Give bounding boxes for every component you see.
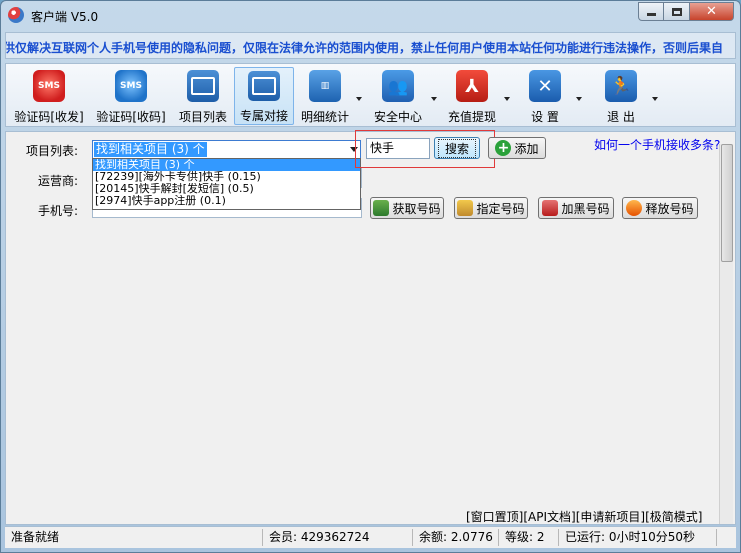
assign-number-button[interactable]: 指定号码 xyxy=(454,197,528,219)
chevron-down-icon[interactable] xyxy=(431,97,437,101)
minimize-button[interactable] xyxy=(638,2,664,21)
close-icon: ✕ xyxy=(706,4,717,19)
toolbar-recharge-withdraw[interactable]: ⅄ 充值提现 xyxy=(442,67,502,125)
chevron-down-icon[interactable] xyxy=(356,97,362,101)
footer-links[interactable]: [窗口置顶][API文档][申请新项目][极简模式] xyxy=(466,508,702,525)
search-button-label: 搜索 xyxy=(437,138,476,158)
status-balance: 余额: 2.0776 xyxy=(415,529,499,546)
main-toolbar: SMS 验证码[收发] SMS 验证码[收码] 项目列表 专属对接 ▥ 明细统计… xyxy=(5,63,736,127)
scrollbar-thumb[interactable] xyxy=(721,144,733,262)
help-link[interactable]: 如何一个手机接收多条? xyxy=(594,136,720,153)
toolbar-security-center[interactable]: 👥 安全中心 xyxy=(368,67,428,125)
toolbar-label: 充值提现 xyxy=(447,110,496,124)
toolbar-label: 项目列表 xyxy=(178,110,227,124)
status-level: 等级: 2 xyxy=(501,529,559,546)
toolbar-sms-send-receive[interactable]: SMS 验证码[收发] xyxy=(10,67,88,125)
release-number-label: 释放号码 xyxy=(645,201,694,216)
toolbar-exclusive-link[interactable]: 专属对接 xyxy=(234,67,294,125)
list-item[interactable]: [72239][海外卡专供]快手 (0.15) xyxy=(93,171,360,183)
plus-icon: + xyxy=(495,140,512,156)
add-button-label: 添加 xyxy=(514,141,539,156)
sms-red-icon: SMS xyxy=(33,70,65,102)
main-panel: 项目列表: 运营商: 手机号: 找到相关项目 (3) 个 找到相关项目 (3) … xyxy=(5,130,736,525)
app-logo-icon xyxy=(8,7,24,23)
status-running-time: 已运行: 0小时10分50秒 xyxy=(561,529,717,546)
toolbar-label: 安全中心 xyxy=(373,110,422,124)
title-bar[interactable]: 客户端 V5.0 ✕ xyxy=(1,1,740,31)
toolbar-statistics[interactable]: ▥ 明细统计 xyxy=(296,67,354,125)
search-button[interactable]: 搜索 xyxy=(434,137,480,159)
status-ready: 准备就绪 xyxy=(7,529,263,546)
status-bar: 准备就绪 会员: 429362724 余额: 2.0776 等级: 2 已运行:… xyxy=(5,526,736,548)
toolbar-label: 明细统计 xyxy=(300,110,349,124)
project-list-label: 项目列表: xyxy=(26,144,79,158)
edit-icon xyxy=(457,200,474,216)
carrier-label: 运营商: xyxy=(38,174,79,188)
window-title: 客户端 V5.0 xyxy=(31,10,99,24)
project-combo[interactable]: 找到相关项目 (3) 个 xyxy=(92,140,361,159)
app-window: 客户端 V5.0 ✕ 供仅解决互联网个人手机号使用的隐私问题，仅限在法律允许的范… xyxy=(0,0,741,553)
blacklist-number-label: 加黑号码 xyxy=(561,201,610,216)
close-button[interactable]: ✕ xyxy=(690,2,734,21)
toolbar-label: 退 出 xyxy=(607,110,635,124)
list-item[interactable]: [20145]快手解封[发短信] (0.5) xyxy=(93,183,360,195)
exit-icon: 🏃 xyxy=(605,70,637,102)
list-item[interactable]: [2974]快手app注册 (0.1) xyxy=(93,195,360,207)
toolbar-exit[interactable]: 🏃 退 出 xyxy=(594,67,648,125)
phone-label: 手机号: xyxy=(38,204,79,218)
get-number-button[interactable]: 获取号码 xyxy=(370,197,444,219)
search-input[interactable]: 快手 xyxy=(366,138,430,159)
add-button[interactable]: + 添加 xyxy=(488,137,546,159)
maximize-button[interactable] xyxy=(664,2,690,21)
chevron-down-icon[interactable] xyxy=(652,97,658,101)
people-icon: 👥 xyxy=(382,70,414,102)
minimize-icon xyxy=(646,13,656,16)
status-member: 会员: 429362724 xyxy=(265,529,413,546)
toolbar-project-list[interactable]: 项目列表 xyxy=(174,67,232,125)
project-dropdown-list: 找到相关项目 (3) 个 [72239][海外卡专供]快手 (0.15) [20… xyxy=(92,158,361,210)
get-number-icon xyxy=(373,200,390,216)
bar-chart-icon: ▥ xyxy=(309,70,341,102)
toolbar-label: 验证码[收发] xyxy=(14,110,84,124)
release-number-button[interactable]: 释放号码 xyxy=(622,197,698,219)
blacklist-number-button[interactable]: 加黑号码 xyxy=(538,197,614,219)
sms-blue-icon: SMS xyxy=(115,70,147,102)
blacklist-icon xyxy=(542,200,559,216)
notice-text: 供仅解决互联网个人手机号使用的隐私问题，仅限在法律允许的范围内使用，禁止任何用户… xyxy=(5,41,724,55)
project-combo-value: 找到相关项目 (3) 个 xyxy=(94,142,207,157)
release-icon xyxy=(626,200,643,216)
list-item[interactable]: 找到相关项目 (3) 个 xyxy=(93,159,360,171)
toolbar-sms-receive[interactable]: SMS 验证码[收码] xyxy=(92,67,170,125)
assign-number-label: 指定号码 xyxy=(476,201,525,216)
monitor-icon xyxy=(187,70,219,102)
toolbar-label: 验证码[收码] xyxy=(96,110,166,124)
tools-icon: ✕ xyxy=(529,70,561,102)
vertical-scrollbar[interactable] xyxy=(719,144,733,524)
toolbar-label: 设 置 xyxy=(531,110,559,124)
chevron-down-icon[interactable] xyxy=(576,97,582,101)
get-number-label: 获取号码 xyxy=(392,201,441,216)
chevron-down-icon[interactable] xyxy=(504,97,510,101)
notice-marquee: 供仅解决互联网个人手机号使用的隐私问题，仅限在法律允许的范围内使用，禁止任何用户… xyxy=(5,32,736,59)
toolbar-label: 专属对接 xyxy=(239,109,288,123)
monitor-icon xyxy=(248,71,280,101)
toolbar-settings[interactable]: ✕ 设 置 xyxy=(518,67,572,125)
maximize-icon xyxy=(671,7,682,16)
pdf-icon: ⅄ xyxy=(456,70,488,102)
